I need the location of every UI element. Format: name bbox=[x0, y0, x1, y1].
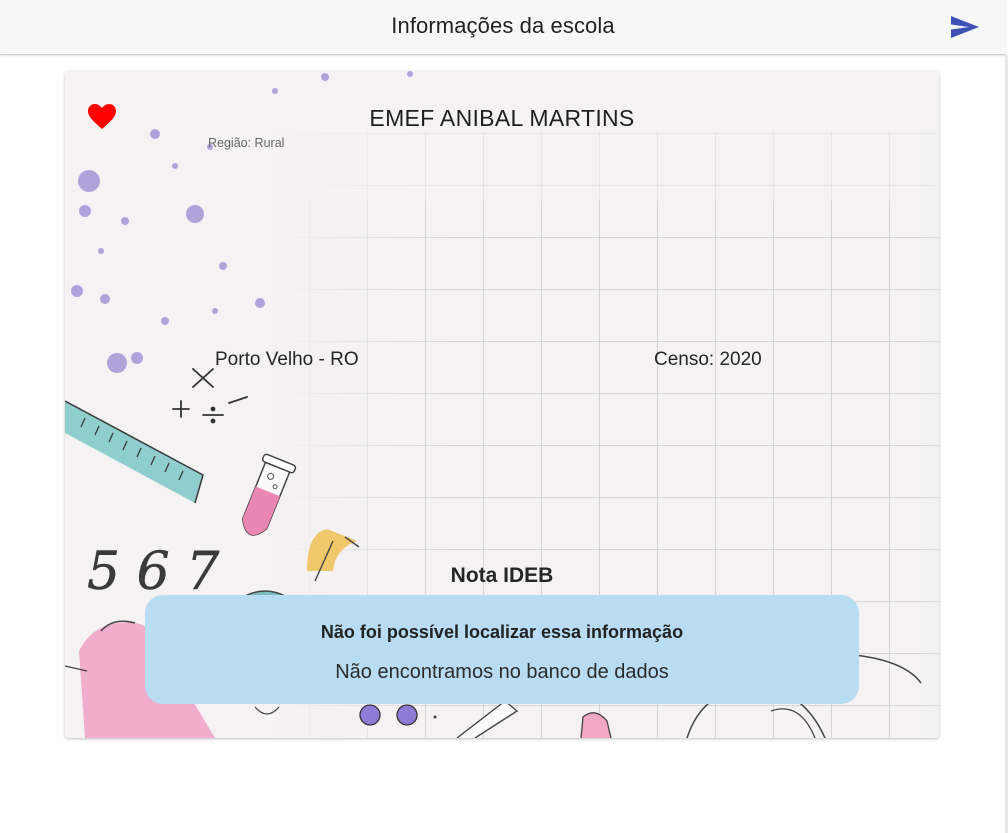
ideb-heading: Nota IDEB bbox=[450, 564, 554, 587]
school-card: 5 6 7 EMEF ANIBAL MARTINS Região: Rural … bbox=[65, 71, 939, 738]
ideb-not-found-notice: Não foi possível localizar essa informaç… bbox=[145, 595, 859, 704]
census-year: Censo: 2020 bbox=[654, 349, 762, 370]
school-region: Região: Rural bbox=[208, 136, 285, 150]
send-icon bbox=[951, 16, 979, 38]
notice-title: Não foi possível localizar essa informaç… bbox=[320, 622, 684, 642]
school-city: Porto Velho - RO bbox=[215, 349, 359, 370]
app-bar: Informações da escola bbox=[0, 0, 1006, 55]
send-button[interactable] bbox=[947, 12, 983, 42]
notice-message: Não encontramos no banco de dados bbox=[335, 661, 669, 683]
page-title: Informações da escola bbox=[391, 13, 615, 38]
school-name: EMEF ANIBAL MARTINS bbox=[369, 105, 635, 131]
